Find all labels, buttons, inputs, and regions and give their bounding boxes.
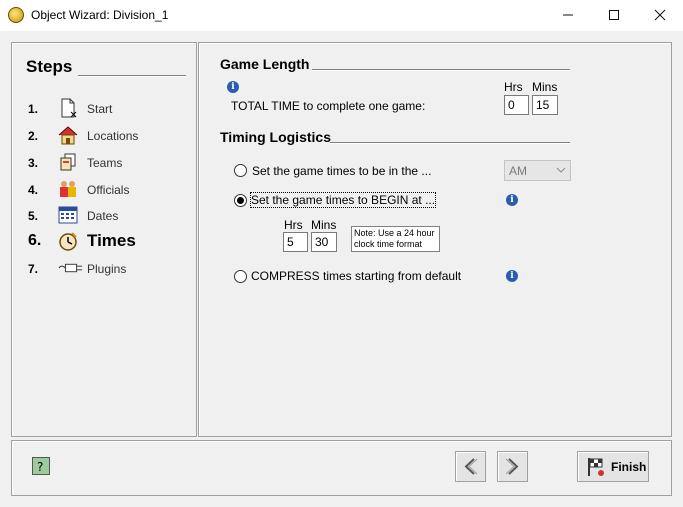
maximize-icon — [609, 10, 619, 20]
step-teams[interactable]: 3. Teams — [28, 150, 193, 174]
total-hrs-input[interactable]: 0 — [504, 95, 529, 115]
steps-panel: Steps 1. Start 2. Locations 3. Teams 4. … — [11, 42, 197, 437]
title-bar: Object Wizard: Division_1 — [0, 0, 683, 31]
window-title: Object Wizard: Division_1 — [31, 8, 169, 22]
step-label: Officials — [87, 183, 130, 197]
footer-panel — [11, 440, 672, 496]
total-time-label: TOTAL TIME to complete one game: — [231, 99, 426, 113]
hrs-label: Hrs — [504, 80, 523, 94]
step-label: Locations — [87, 129, 139, 143]
help-button[interactable]: ? — [32, 457, 50, 475]
back-button[interactable] — [455, 451, 486, 482]
steps-divider — [78, 75, 186, 77]
option-begin-at-label: Set the game times to BEGIN at ... — [249, 192, 437, 208]
step-dates[interactable]: 5. Dates — [28, 203, 193, 227]
timing-divider — [330, 142, 570, 144]
step-plugins[interactable]: 7. Plugins — [28, 256, 193, 280]
option-compress-label: COMPRESS times starting from default — [251, 269, 462, 283]
game-length-divider — [312, 69, 570, 71]
help-icon: ? — [37, 460, 43, 474]
mins-label: Mins — [532, 80, 558, 94]
step-label: Times — [87, 231, 136, 250]
minimize-icon — [563, 14, 573, 16]
begin-mins-label: Mins — [311, 218, 337, 232]
step-number: 5. — [28, 209, 39, 223]
app-logo-icon — [8, 7, 24, 23]
arrow-right-icon — [505, 458, 519, 475]
step-number: 1. — [28, 102, 39, 116]
close-icon — [654, 9, 666, 21]
time-format-note: Note: Use a 24 hour clock time format — [351, 226, 440, 252]
step-label: Teams — [87, 156, 123, 170]
chevron-down-icon — [556, 167, 566, 173]
close-button[interactable] — [637, 0, 683, 31]
step-start[interactable]: 1. Start — [28, 96, 193, 120]
game-length-title: Game Length — [220, 56, 310, 72]
begin-hrs-input[interactable]: 5 — [283, 232, 308, 252]
begin-hrs-label: Hrs — [284, 218, 303, 232]
timing-logistics-title: Timing Logistics — [220, 129, 331, 145]
svg-text:?: ? — [37, 460, 43, 474]
option-time-of-day-label: Set the game times to be in the ... — [252, 164, 432, 178]
start-page-icon — [61, 98, 77, 118]
house-icon — [58, 126, 78, 145]
step-locations[interactable]: 2. Locations — [28, 123, 193, 147]
step-label: Plugins — [87, 262, 127, 276]
maximize-button[interactable] — [591, 0, 637, 31]
step-label: Start — [87, 102, 113, 116]
finish-flag-icon — [588, 458, 604, 476]
radio-begin-at[interactable] — [234, 194, 247, 207]
step-number: 6. — [28, 232, 42, 249]
info-icon[interactable]: i — [506, 270, 518, 282]
steps-title: Steps — [26, 57, 73, 76]
finish-label: Finish — [611, 460, 647, 474]
minimize-button[interactable] — [545, 0, 591, 31]
step-number: 7. — [28, 262, 39, 276]
plug-icon — [58, 263, 83, 273]
radio-time-of-day[interactable] — [234, 164, 247, 177]
officials-icon — [60, 181, 76, 197]
info-icon[interactable]: i — [506, 194, 518, 206]
note-line: Note: Use a 24 hour — [354, 228, 435, 238]
arrow-left-icon — [464, 458, 478, 475]
info-icon[interactable]: i — [227, 81, 239, 93]
step-officials[interactable]: 4. Officials — [28, 177, 193, 201]
teams-icon — [60, 153, 76, 171]
am-pm-dropdown[interactable]: AM — [504, 160, 571, 181]
step-label: Dates — [87, 209, 119, 223]
step-number: 2. — [28, 129, 39, 143]
note-line: clock time format — [354, 239, 423, 249]
calendar-icon — [58, 206, 78, 224]
total-mins-input[interactable]: 15 — [532, 95, 558, 115]
step-number: 3. — [28, 156, 39, 170]
next-button[interactable] — [497, 451, 528, 482]
step-number: 4. — [28, 183, 39, 197]
clock-icon — [59, 232, 77, 251]
radio-compress[interactable] — [234, 270, 247, 283]
am-pm-value: AM — [509, 164, 527, 178]
begin-mins-input[interactable]: 30 — [311, 232, 337, 252]
step-times[interactable]: 6. Times — [28, 229, 193, 253]
finish-button[interactable]: Finish — [577, 451, 649, 482]
